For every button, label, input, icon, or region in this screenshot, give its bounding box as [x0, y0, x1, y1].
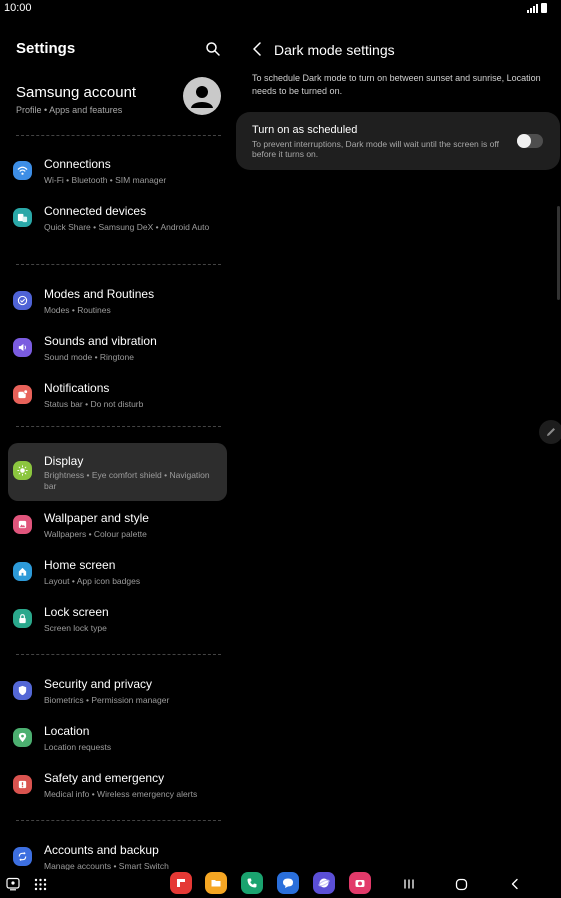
- messages-icon[interactable]: [277, 872, 299, 894]
- back-button[interactable]: [506, 874, 524, 894]
- item-title: Wallpaper and style: [44, 511, 149, 525]
- dark-mode-settings-panel: Dark mode settings To schedule Dark mode…: [236, 18, 561, 870]
- home-circle-icon: [455, 878, 467, 890]
- battery-icon: [541, 3, 547, 13]
- internet-icon[interactable]: [313, 872, 335, 894]
- home-button[interactable]: [452, 874, 470, 894]
- item-subtitle: Wallpapers • Colour palette: [44, 529, 147, 539]
- settings-item-location[interactable]: Location Location requests: [8, 718, 227, 762]
- item-subtitle: Quick Share • Samsung DeX • Android Auto: [44, 222, 210, 232]
- navigation-bar: [0, 870, 561, 898]
- settings-item-modes-routines[interactable]: Modes and Routines Modes • Routines: [8, 281, 227, 325]
- settings-item-security-privacy[interactable]: Security and privacy Biometrics • Permis…: [8, 671, 227, 715]
- settings-item-wallpaper-style[interactable]: Wallpaper and style Wallpapers • Colour …: [8, 505, 227, 549]
- item-title: Connected devices: [44, 204, 147, 218]
- item-title: Lock screen: [44, 605, 109, 619]
- connected-devices-icon: [13, 208, 32, 227]
- item-subtitle: Sound mode • Ringtone: [44, 352, 134, 362]
- notifications-icon: [13, 385, 32, 404]
- item-title: Display: [44, 454, 84, 468]
- modes-routines-icon: [13, 291, 32, 310]
- item-title: Location: [44, 724, 90, 738]
- page-title: Dark mode settings: [274, 42, 395, 58]
- phone-icon[interactable]: [241, 872, 263, 894]
- settings-list-panel: Settings Samsung account Profile • Apps …: [0, 18, 235, 870]
- wallpaper-icon: [13, 515, 32, 534]
- settings-item-connected-devices[interactable]: Connected devices Quick Share • Samsung …: [8, 198, 227, 242]
- flipboard-icon[interactable]: [170, 872, 192, 894]
- camera-icon[interactable]: [349, 872, 371, 894]
- settings-item-connections[interactable]: Connections Wi-Fi • Bluetooth • SIM mana…: [8, 151, 227, 195]
- item-subtitle: Manage accounts • Smart Switch: [44, 861, 169, 870]
- search-icon[interactable]: [205, 41, 221, 57]
- settings-title: Settings: [16, 40, 76, 57]
- settings-item-accounts-backup[interactable]: Accounts and backup Manage accounts • Sm…: [8, 837, 227, 870]
- settings-item-safety-emergency[interactable]: Safety and emergency Medical info • Wire…: [8, 765, 227, 809]
- settings-item-sounds-vibration[interactable]: Sounds and vibration Sound mode • Ringto…: [8, 328, 227, 372]
- item-subtitle: Wi-Fi • Bluetooth • SIM manager: [44, 175, 167, 185]
- status-bar: 10:00: [0, 0, 561, 18]
- turn-on-as-scheduled-card[interactable]: Turn on as scheduled To prevent interrup…: [236, 112, 560, 170]
- card-title: Turn on as scheduled: [252, 124, 358, 136]
- location-info-text: To schedule Dark mode to turn on between…: [252, 73, 541, 96]
- back-chevron-icon: [511, 878, 518, 890]
- item-subtitle: Location requests: [44, 742, 112, 752]
- brightness-icon: [13, 461, 32, 480]
- recent-apps-button[interactable]: [400, 874, 418, 894]
- item-title: Home screen: [44, 558, 116, 572]
- item-title: Sounds and vibration: [44, 334, 157, 348]
- home-icon: [13, 562, 32, 581]
- item-title: Notifications: [44, 381, 110, 395]
- settings-item-lock-screen[interactable]: Lock screen Screen lock type: [8, 599, 227, 643]
- settings-item-notifications[interactable]: Notifications Status bar • Do not distur…: [8, 375, 227, 419]
- location-pin-icon: [13, 728, 32, 747]
- item-subtitle: Brightness • Eye comfort shield • Naviga…: [44, 470, 210, 491]
- divider: [16, 264, 221, 265]
- scrollbar[interactable]: [557, 206, 560, 300]
- back-arrow-icon[interactable]: [250, 41, 264, 57]
- item-title: Security and privacy: [44, 677, 153, 691]
- screenshot-toolbar-icon[interactable]: [4, 874, 22, 894]
- card-subtitle: To prevent interruptions, Dark mode will…: [252, 139, 499, 159]
- toggle-knob: [517, 134, 531, 148]
- emergency-icon: [13, 775, 32, 794]
- sync-icon: [13, 847, 32, 866]
- item-subtitle: Biometrics • Permission manager: [44, 695, 170, 705]
- lock-icon: [13, 609, 32, 628]
- edge-panel-handle[interactable]: [539, 420, 561, 444]
- status-time: 10:00: [4, 2, 32, 14]
- item-subtitle: Status bar • Do not disturb: [44, 399, 144, 409]
- signal-icon: [527, 4, 538, 13]
- divider: [16, 654, 221, 655]
- avatar[interactable]: [183, 77, 221, 115]
- my-files-icon[interactable]: [205, 872, 227, 894]
- speaker-icon: [13, 338, 32, 357]
- divider: [16, 426, 221, 427]
- settings-item-home-screen[interactable]: Home screen Layout • App icon badges: [8, 552, 227, 596]
- item-subtitle: Screen lock type: [44, 623, 107, 633]
- divider: [16, 820, 221, 821]
- item-subtitle: Layout • App icon badges: [44, 576, 141, 586]
- shield-icon: [13, 681, 32, 700]
- schedule-toggle[interactable]: [517, 134, 543, 148]
- item-title: Connections: [44, 157, 111, 171]
- wifi-icon: [13, 161, 32, 180]
- item-subtitle: Medical info • Wireless emergency alerts: [44, 789, 198, 799]
- person-icon: [191, 86, 213, 108]
- divider: [16, 135, 221, 136]
- item-title: Safety and emergency: [44, 771, 165, 785]
- item-subtitle: Modes • Routines: [44, 305, 111, 315]
- pencil-icon: [547, 428, 555, 436]
- recents-icon: [404, 879, 414, 889]
- settings-item-display[interactable]: Display Brightness • Eye comfort shield …: [8, 443, 227, 501]
- status-icons: [527, 3, 547, 13]
- app-drawer-icon[interactable]: [31, 874, 49, 894]
- item-title: Modes and Routines: [44, 287, 155, 301]
- item-title: Accounts and backup: [44, 843, 159, 857]
